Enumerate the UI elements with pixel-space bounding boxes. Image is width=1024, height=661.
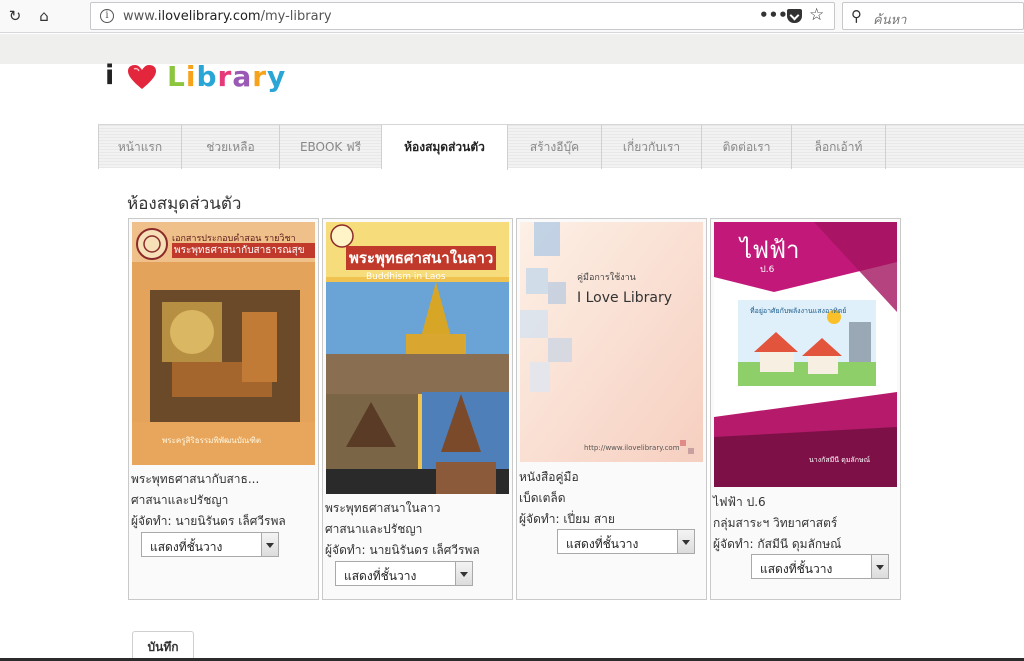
tab-about[interactable]: เกี่ยวกับเรา (602, 125, 702, 169)
cover-title: พระพุทธศาสนากับสาธารณสุข (172, 243, 315, 258)
book-cover[interactable]: เอกสารประกอบคำสอน รายวิชา พระพุทธศาสนากั… (132, 222, 315, 465)
pocket-icon[interactable] (787, 9, 802, 23)
header-band (0, 34, 1024, 64)
shelf-select[interactable]: แสดงที่ชั้นวาง (141, 532, 279, 557)
book-category: กลุ่มสาระฯ วิทยาศาสตร์ (713, 516, 838, 530)
shelf-select-value: แสดงที่ชั้นวาง (566, 537, 639, 551)
cover-caption: ที่อยู่อาศัยกับพลังงานแสงอาทิตย์ (750, 307, 847, 315)
more-actions-icon[interactable]: ••• (759, 6, 788, 24)
logo-letter: y (267, 60, 287, 93)
book-card: พระพุทธศาสนาในลาว Buddhism in Laos พระพุ… (322, 218, 513, 600)
book-author: ผู้จัดทำ: นายนิรันดร เล็ศวีรพล (131, 514, 286, 528)
tab-contact[interactable]: ติดต่อเรา (702, 125, 792, 169)
tab-free-ebook[interactable]: EBOOK ฟรี (280, 125, 382, 169)
book-cover[interactable]: ไฟฟ้า ป.6 ที่อยู่อาศัยกับพลังงานแสงอาทิต… (714, 222, 897, 487)
search-icon: ⚲ (851, 7, 862, 25)
logo-letter: i (185, 60, 197, 93)
cover-subtitle: Buddhism in Laos (366, 272, 446, 282)
tab-help[interactable]: ช่วยเหลือ (182, 125, 280, 169)
logo-i: i (105, 60, 115, 91)
shelf-select[interactable]: แสดงที่ชั้นวาง (335, 561, 473, 586)
address-bar[interactable]: i www.ilovelibrary.com/my-library ••• ☆ (90, 2, 835, 30)
bookmark-star-icon[interactable]: ☆ (809, 5, 824, 25)
page-title: ห้องสมุดส่วนตัว (127, 194, 242, 214)
main-nav: หน้าแรก ช่วยเหลือ EBOOK ฟรี ห้องสมุดส่วน… (98, 124, 1024, 170)
url-host: ilovelibrary.com (157, 9, 261, 24)
cover-grade: ป.6 (760, 265, 775, 275)
logo-letter: b (196, 60, 218, 93)
chevron-down-icon[interactable] (871, 555, 888, 578)
book-cover[interactable]: คู่มือการใช้งาน I Love Library http://ww… (520, 222, 703, 462)
book-title[interactable]: พระพุทธศาสนาในลาว (325, 498, 440, 519)
book-category: เบ็ดเตล็ด (519, 491, 566, 505)
reload-icon[interactable]: ↻ (6, 7, 24, 25)
cover-title: พระพุทธศาสนาในลาว (346, 246, 497, 270)
home-icon[interactable]: ⌂ (35, 7, 53, 25)
cover-bottom-text: พระครูสิริธรรมพิพัฒนบัณฑิต (162, 436, 262, 445)
chevron-down-icon[interactable] (455, 562, 472, 585)
url-text: www.ilovelibrary.com/my-library (123, 9, 332, 24)
book-category: ศาสนาและปรัชญา (131, 493, 229, 507)
cover-title: I Love Library (577, 290, 672, 306)
save-button[interactable]: บันทึก (132, 631, 194, 661)
book-card: เอกสารประกอบคำสอน รายวิชา พระพุทธศาสนากั… (128, 218, 319, 600)
shelf-select[interactable]: แสดงที่ชั้นวาง (751, 554, 889, 579)
logo-word: Library (167, 60, 286, 93)
cover-art (520, 222, 703, 462)
cover-url: http://www.ilovelibrary.com (584, 444, 680, 452)
shelf-select-value: แสดงที่ชั้นวาง (760, 562, 833, 576)
shelf-select-value: แสดงที่ชั้นวาง (344, 569, 417, 583)
tab-logout[interactable]: ล็อกเอ้าท์ (792, 125, 886, 169)
book-title[interactable]: ไฟฟ้า ป.6 (713, 492, 766, 513)
url-prefix: www. (123, 9, 158, 24)
book-card: คู่มือการใช้งาน I Love Library http://ww… (516, 218, 707, 600)
book-author: ผู้จัดทำ: กัสมีนี ดุมลักษณ์ (713, 537, 842, 551)
search-placeholder: ค้นหา (873, 13, 907, 28)
book-author: ผู้จัดทำ: นายนิรันดร เล็ศวีรพล (325, 543, 480, 557)
book-author: ผู้จัดทำ: เปี่ยม สาย (519, 512, 615, 526)
cover-small-text: คู่มือการใช้งาน (577, 273, 636, 283)
logo-letter: L (167, 60, 186, 93)
tab-my-library[interactable]: ห้องสมุดส่วนตัว (382, 124, 508, 170)
chevron-down-icon[interactable] (261, 533, 278, 556)
logo-letter: a (232, 60, 253, 93)
search-input[interactable]: ⚲ ค้นหา (842, 2, 1024, 30)
book-category: ศาสนาและปรัชญา (325, 522, 423, 536)
book-title[interactable]: หนังสือคู่มือ (519, 467, 579, 488)
logo-letter: r (252, 60, 268, 93)
book-card: ไฟฟ้า ป.6 ที่อยู่อาศัยกับพลังงานแสงอาทิต… (710, 218, 901, 600)
logo-letter: r (217, 60, 233, 93)
cover-footer: นางกัสมีนี ดุมลักษณ์ (809, 456, 871, 464)
book-cover[interactable]: พระพุทธศาสนาในลาว Buddhism in Laos (326, 222, 509, 494)
tab-home[interactable]: หน้าแรก (98, 125, 182, 169)
info-icon[interactable]: i (100, 9, 114, 23)
shelf-select-value: แสดงที่ชั้นวาง (150, 540, 223, 554)
chevron-down-icon[interactable] (677, 530, 694, 553)
shelf-select[interactable]: แสดงที่ชั้นวาง (557, 529, 695, 554)
browser-toolbar: ↻ ⌂ i www.ilovelibrary.com/my-library ••… (0, 0, 1024, 33)
cover-art (132, 222, 315, 465)
url-path: /my-library (260, 9, 332, 24)
tab-create-ebook[interactable]: สร้างอีบุ๊ค (508, 125, 602, 169)
heart-icon (128, 65, 156, 89)
book-title[interactable]: พระพุทธศาสนากับสาธ... (131, 469, 259, 490)
